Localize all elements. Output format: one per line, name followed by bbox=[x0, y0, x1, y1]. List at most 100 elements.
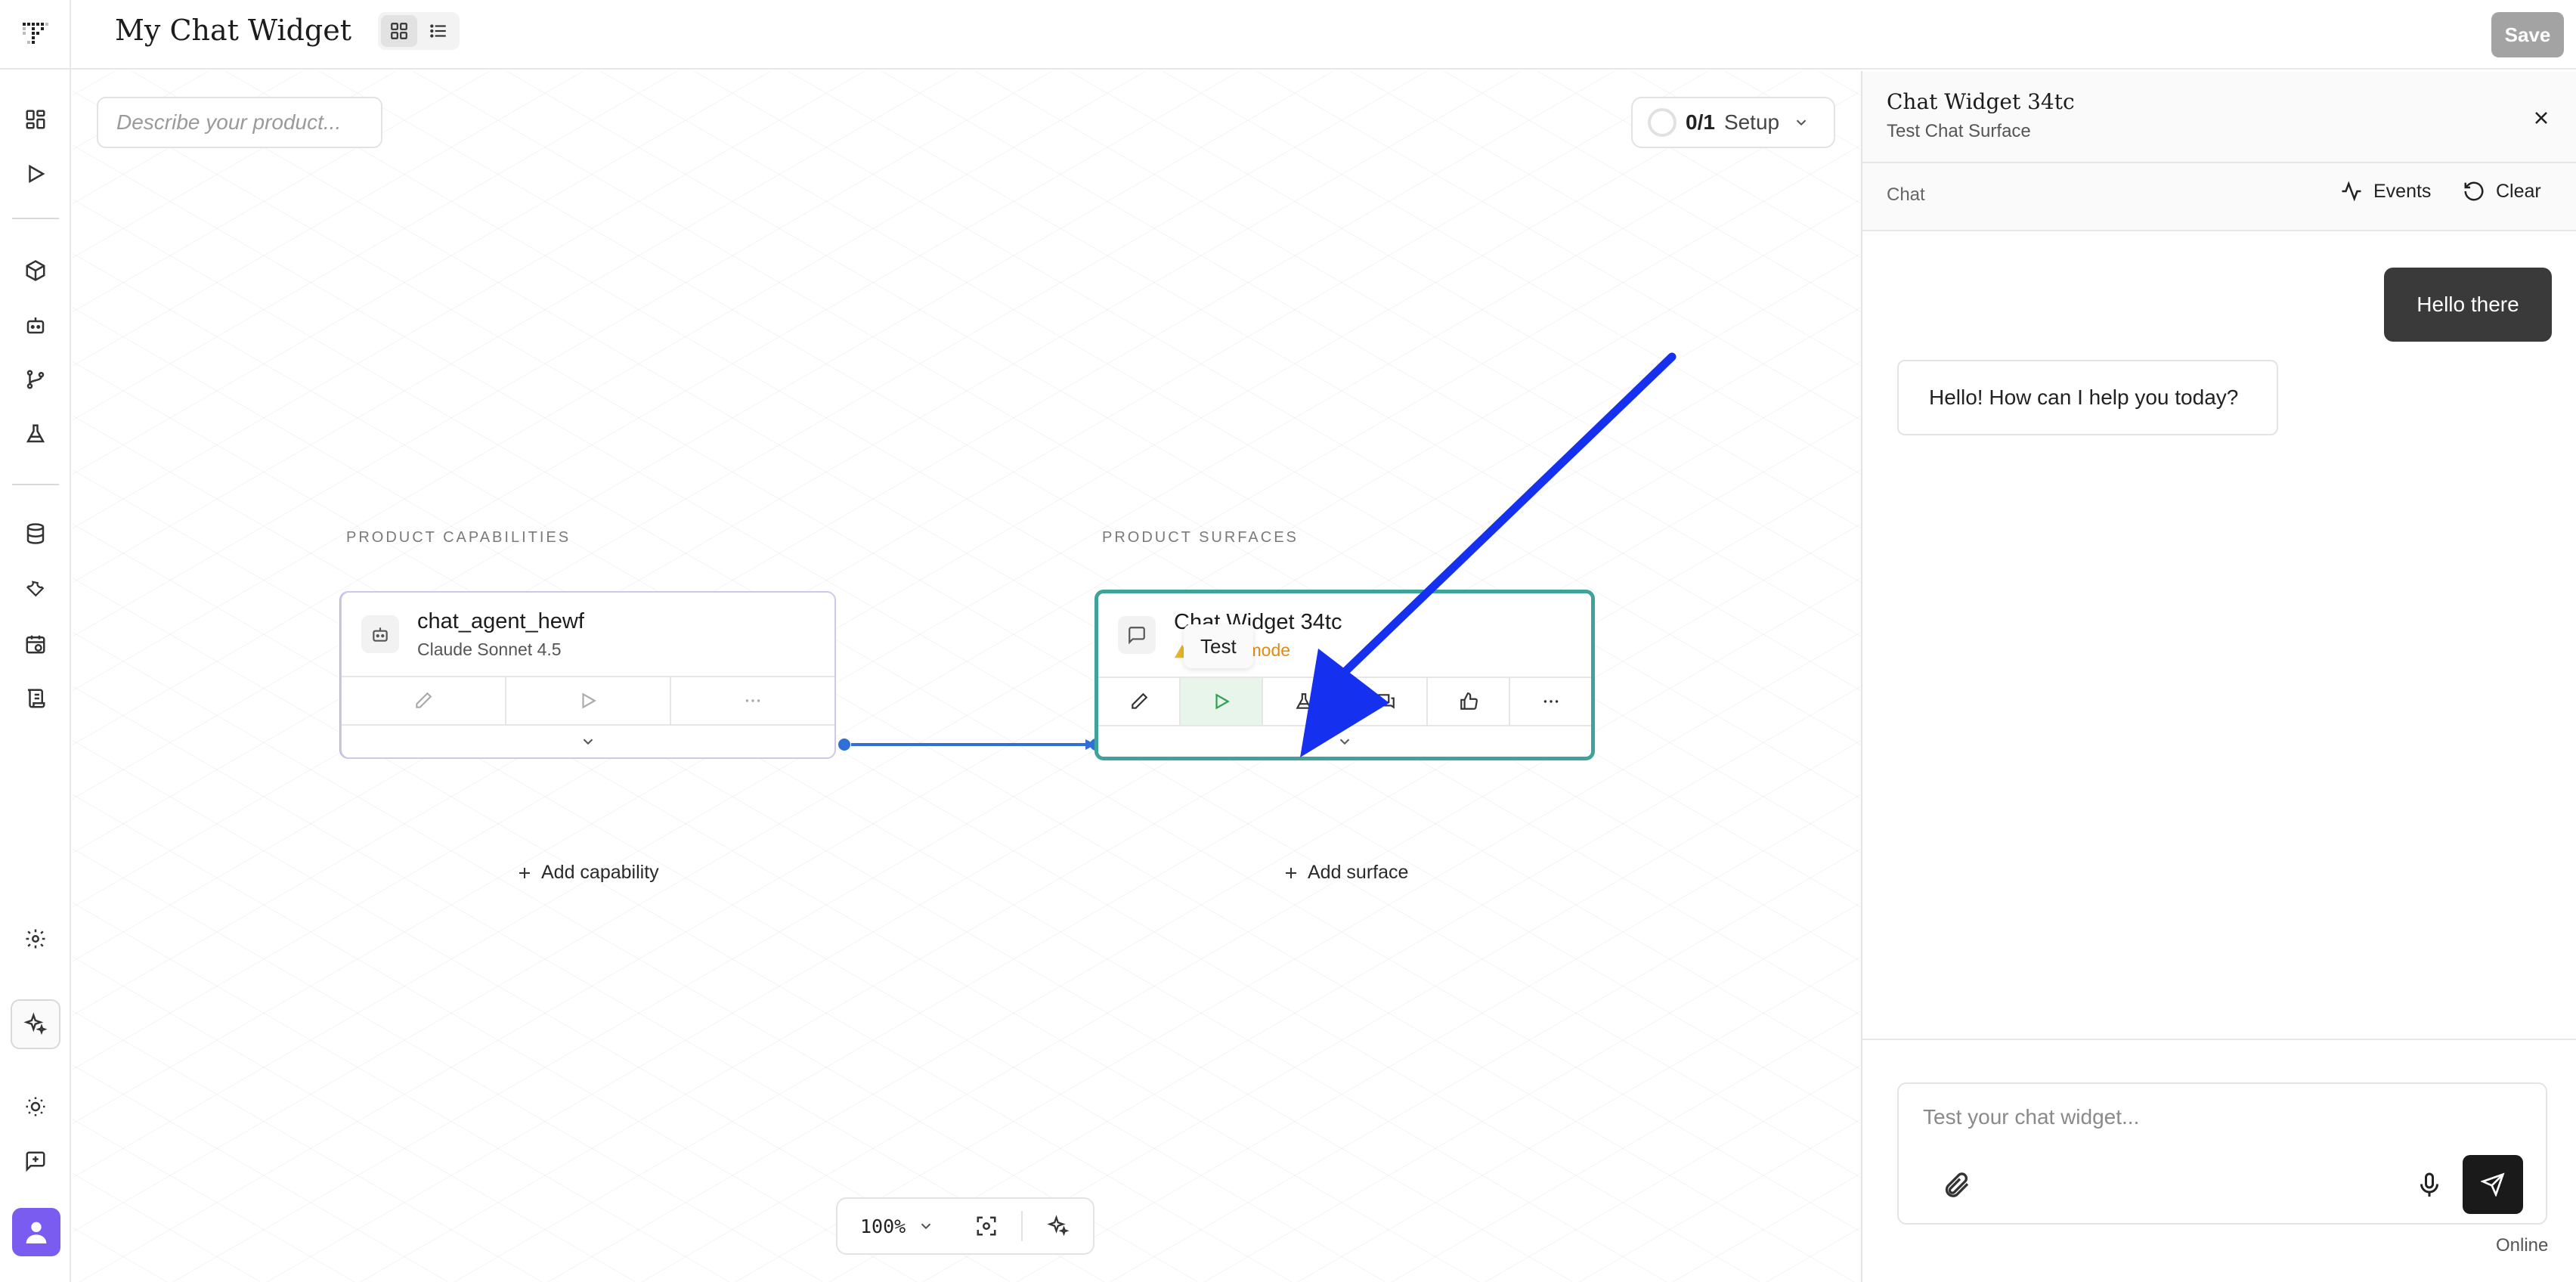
rail-theme-button[interactable] bbox=[20, 1092, 51, 1122]
left-rail bbox=[0, 70, 71, 1282]
rail-database-button[interactable] bbox=[20, 519, 51, 549]
chat-composer bbox=[1897, 1082, 2547, 1225]
rail-feedback-button[interactable] bbox=[20, 1146, 51, 1176]
more-button[interactable] bbox=[671, 677, 834, 724]
clear-label: Clear bbox=[2496, 180, 2541, 202]
app-title: My Chat Widget bbox=[115, 14, 351, 47]
rail-logs-button[interactable] bbox=[20, 683, 51, 714]
wrench-icon bbox=[26, 581, 45, 597]
rail-schedule-button[interactable] bbox=[20, 629, 51, 659]
chevron-down-icon bbox=[921, 1223, 931, 1230]
composer-divider bbox=[1862, 1039, 2576, 1040]
panel-header: Chat Widget 34tc Test Chat Surface bbox=[1862, 71, 2576, 163]
logo-area bbox=[0, 0, 71, 70]
zoom-select[interactable]: 100% bbox=[838, 1215, 951, 1237]
rail-settings-button[interactable] bbox=[20, 924, 51, 954]
rail-ai-assist-button[interactable] bbox=[11, 999, 60, 1049]
setup-count: 0/1 bbox=[1686, 110, 1715, 134]
view-toggle bbox=[378, 12, 460, 50]
connector-edge bbox=[838, 739, 1102, 751]
capability-card[interactable]: chat_agent_hewf Claude Sonnet 4.5 bbox=[340, 591, 836, 759]
dashboard-icon bbox=[26, 110, 45, 129]
save-button[interactable]: Save bbox=[2491, 12, 2564, 57]
run-button[interactable] bbox=[506, 677, 671, 724]
add-surface-label: Add surface bbox=[1308, 862, 1409, 883]
send-icon bbox=[2481, 1172, 2505, 1197]
events-label: Events bbox=[2373, 180, 2432, 202]
user-icon bbox=[26, 1222, 47, 1243]
database-icon bbox=[26, 523, 45, 544]
edit-button[interactable] bbox=[1098, 678, 1181, 725]
rail-products-button[interactable] bbox=[20, 255, 51, 286]
pencil-icon bbox=[416, 692, 432, 708]
chat-icon bbox=[1129, 627, 1145, 645]
tab-chat[interactable]: Chat bbox=[1887, 184, 1925, 206]
send-button[interactable] bbox=[2463, 1155, 2523, 1214]
capability-title: chat_agent_hewf bbox=[417, 609, 584, 633]
rail-branches-button[interactable] bbox=[20, 364, 51, 395]
annotation-arrow bbox=[1300, 352, 1677, 757]
top-bar: My Chat Widget Save bbox=[0, 0, 2576, 70]
flow-canvas[interactable]: 0/1 Setup PRODUCT CAPABILITIES PRODUCT S… bbox=[73, 71, 1861, 1282]
test-button[interactable] bbox=[1181, 678, 1263, 725]
robot-icon bbox=[26, 317, 45, 334]
describe-product-input[interactable] bbox=[97, 97, 382, 148]
test-tooltip: Test bbox=[1184, 624, 1253, 668]
expand-button[interactable] bbox=[342, 726, 834, 757]
fit-view-button[interactable] bbox=[951, 1197, 1021, 1255]
add-surface-button[interactable]: Add surface bbox=[1282, 862, 1408, 884]
list-view-button[interactable] bbox=[420, 15, 457, 47]
zoom-level: 100% bbox=[860, 1215, 906, 1237]
paperclip-icon bbox=[1945, 1172, 1969, 1197]
grid-view-button[interactable] bbox=[381, 15, 417, 47]
edit-button[interactable] bbox=[342, 677, 506, 724]
play-icon bbox=[582, 692, 596, 709]
card-icon bbox=[361, 615, 399, 653]
rail-tools-button[interactable] bbox=[20, 573, 51, 603]
microphone-button[interactable] bbox=[2411, 1167, 2448, 1203]
events-button[interactable]: Events bbox=[2340, 180, 2431, 203]
sparkle-icon bbox=[1046, 1215, 1070, 1237]
scroll-icon bbox=[27, 689, 45, 708]
play-icon bbox=[1215, 693, 1230, 710]
activity-icon bbox=[2342, 181, 2361, 202]
chat-input[interactable] bbox=[1923, 1101, 2497, 1134]
plus-icon bbox=[519, 867, 530, 878]
capability-model: Claude Sonnet 4.5 bbox=[417, 639, 562, 659]
chevron-down-icon bbox=[583, 739, 593, 745]
card-icon bbox=[1118, 616, 1156, 654]
robot-icon bbox=[373, 627, 388, 642]
calendar-clock-icon bbox=[26, 635, 45, 654]
rail-play-button[interactable] bbox=[20, 159, 51, 189]
close-icon bbox=[2535, 112, 2547, 124]
rail-divider bbox=[12, 218, 59, 219]
ellipsis-icon bbox=[745, 699, 760, 702]
clear-button[interactable]: Clear bbox=[2463, 180, 2541, 203]
flask-icon bbox=[26, 424, 45, 443]
user-message: Hello there bbox=[2384, 268, 2552, 342]
rail-dashboard-button[interactable] bbox=[20, 104, 51, 135]
setup-progress-button[interactable]: 0/1 Setup bbox=[1631, 97, 1835, 148]
panel-subtitle: Test Chat Surface bbox=[1887, 121, 2031, 141]
test-chat-panel: Chat Widget 34tc Test Chat Surface Chat … bbox=[1861, 71, 2576, 1282]
logo-icon[interactable] bbox=[20, 18, 53, 51]
pencil-icon bbox=[1131, 692, 1147, 709]
panel-toolbar: Chat Events Clear bbox=[1862, 163, 2576, 231]
microphone-icon bbox=[2420, 1172, 2438, 1197]
add-capability-button[interactable]: Add capability bbox=[516, 862, 659, 884]
user-avatar[interactable] bbox=[12, 1208, 60, 1256]
rail-evals-button[interactable] bbox=[20, 419, 51, 449]
rail-agents-button[interactable] bbox=[20, 310, 51, 340]
attach-button[interactable] bbox=[1938, 1167, 1974, 1203]
plus-icon bbox=[1286, 867, 1296, 878]
card-actions bbox=[342, 676, 834, 726]
gear-icon bbox=[26, 929, 45, 949]
connection-status: Online bbox=[2496, 1235, 2549, 1256]
progress-ring-icon bbox=[1648, 108, 1677, 137]
add-capability-label: Add capability bbox=[541, 862, 659, 883]
ai-layout-button[interactable] bbox=[1023, 1197, 1093, 1255]
close-panel-button[interactable] bbox=[2526, 103, 2556, 133]
sparkle-icon bbox=[23, 1012, 48, 1036]
play-icon bbox=[29, 164, 45, 184]
list-icon bbox=[430, 24, 446, 38]
